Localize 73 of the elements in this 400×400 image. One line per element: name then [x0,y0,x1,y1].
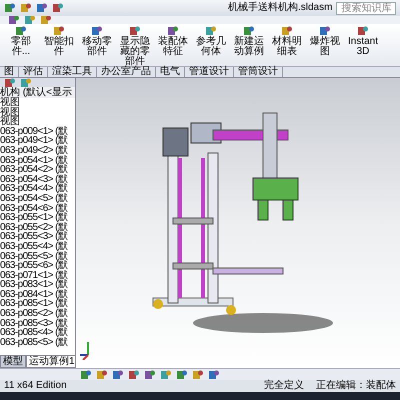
tool-icon[interactable] [129,25,141,37]
command-tab[interactable]: 办公室产品 [97,67,156,77]
command-tab[interactable]: 图 [0,67,19,77]
tree-item[interactable]: 063-p085<4> (默 [0,328,75,338]
tree-item[interactable]: 063-p049<2> (默 [0,146,75,156]
status-state: 完全定义 [264,381,304,391]
tree-item[interactable]: 063-p055<4> (默 [0,242,75,252]
tree-item[interactable]: 063-p071<1> (默 [0,270,75,280]
window-title: 机械手送料机构.sldasm [228,3,332,13]
tool-icon[interactable] [167,25,179,37]
tree-item[interactable]: 063-p009<1> (默 [0,126,75,136]
tool-icon[interactable] [36,2,48,14]
ribbon-button[interactable]: 装配体特征 [156,24,190,57]
tree-item[interactable]: 063-p054<3> (默 [0,174,75,184]
tree-item[interactable]: 063-p055<1> (默 [0,213,75,223]
tree-item[interactable]: 063-p084<1> (默 [0,290,75,300]
ribbon-button[interactable]: 新建运动算例 [232,24,266,57]
tree-item[interactable]: 063-p054<2> (默 [0,165,75,175]
tool-icon[interactable] [319,25,331,37]
tree-item[interactable]: 063-p055<6> (默 [0,261,75,271]
tree-item[interactable]: 视图 [0,98,75,108]
panel-tab[interactable]: 运动算例1 [26,355,75,368]
tree-item[interactable]: 视图 [0,108,75,118]
tool-icon[interactable] [243,25,255,37]
panel-tab[interactable]: 模型 [0,355,26,368]
tool-icon[interactable] [128,368,140,380]
command-tab[interactable]: 渲染工具 [48,67,97,77]
ribbon-button[interactable]: 移动零部件 [80,24,114,57]
axis-triad-icon [80,342,90,360]
status-edition: 11 x64 Edition [4,381,67,391]
tool-icon[interactable] [96,368,108,380]
command-tab[interactable]: 电气 [156,67,185,77]
status-mode: 正在编辑：装配体 [316,381,396,391]
ribbon-button[interactable]: 材料明细表 [270,24,304,57]
tree-item[interactable]: 063-p083<1> (默 [0,280,75,290]
tool-icon[interactable] [53,25,65,37]
tool-icon[interactable] [4,2,16,14]
command-tab[interactable]: 管筒设计 [234,67,283,77]
ribbon-button[interactable]: 爆炸视图 [308,24,342,57]
tool-icon[interactable] [208,368,220,380]
tree-item[interactable]: 063-p055<5> (默 [0,252,75,262]
ribbon-button[interactable]: 智能扣件 [42,24,76,57]
tree-item[interactable]: 063-p054<5> (默 [0,194,75,204]
tree-item[interactable]: 063-p085<1> (默 [0,299,75,310]
tree-header: 机构 (默认<显示 [0,87,75,98]
ribbon-button[interactable]: 零部件... [4,24,38,57]
ribbon-button[interactable]: 参考几何体 [194,24,228,57]
command-tab[interactable]: 评估 [19,67,48,77]
tree-item[interactable]: 063-p085<5> (默 [0,338,75,348]
command-tab[interactable]: 管道设计 [185,67,234,77]
tree-item[interactable]: 063-p054<6> (默 [0,204,75,214]
tree-item[interactable]: 063-p055<3> (默 [0,232,75,242]
tool-icon[interactable] [20,2,32,14]
tree-item[interactable]: 063-p049<1> (默 [0,136,75,146]
ribbon-button[interactable]: Instant3D [346,24,380,57]
tree-item[interactable]: 视图 [0,117,75,127]
tree-item[interactable]: 063-p085<2> (默 [0,309,75,319]
tool-icon[interactable] [52,2,64,14]
tree-item[interactable]: 063-p054<4> (默 [0,184,75,194]
tool-icon[interactable] [176,368,188,380]
tree-item[interactable]: 063-p054<1> (默 [0,156,75,166]
tool-icon[interactable] [144,368,156,380]
tree-item[interactable]: 063-p085<3> (默 [0,318,75,328]
ribbon-button[interactable]: 显示隐藏的零部件 [118,24,152,67]
tool-icon[interactable] [357,25,369,37]
tool-icon[interactable] [281,25,293,37]
tool-icon[interactable] [4,78,16,87]
tool-icon[interactable] [192,368,204,380]
tree-item[interactable]: 063-p055<2> (默 [0,222,75,232]
tool-icon[interactable] [15,25,27,37]
tool-icon[interactable] [91,25,103,37]
tool-icon[interactable] [112,368,124,380]
tool-icon[interactable] [80,368,92,380]
